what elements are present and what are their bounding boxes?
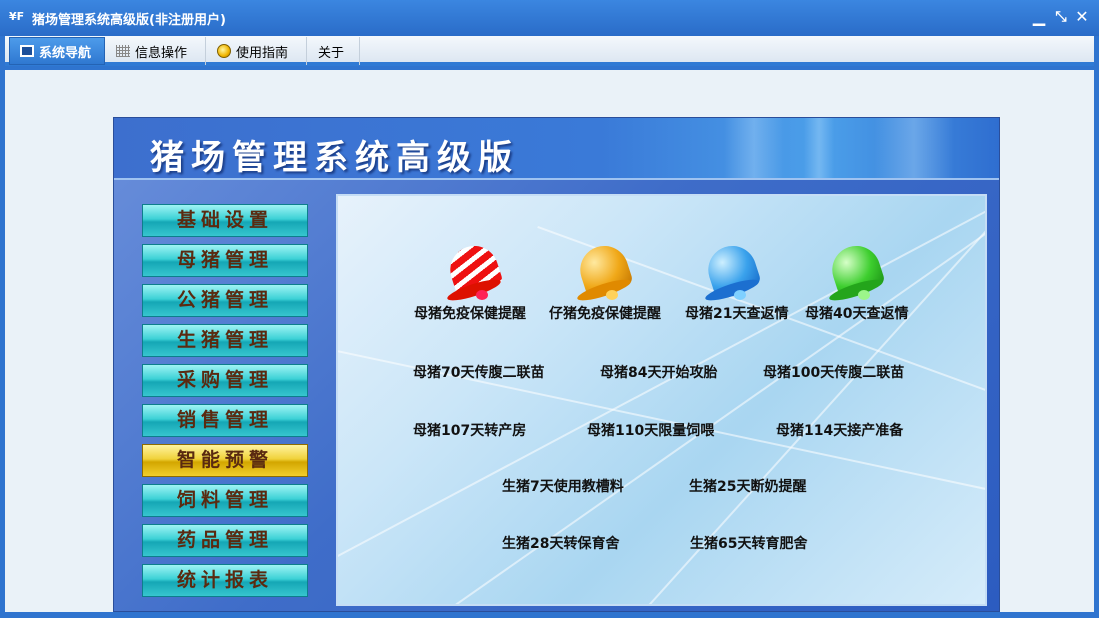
reminder-sow-immunity[interactable]: 母猪免疫保健提醒 <box>414 303 526 323</box>
blue-bell-icon[interactable] <box>702 239 762 305</box>
tab-about[interactable]: 关于 <box>308 37 360 65</box>
tab-label: 关于 <box>318 45 345 61</box>
nav-feed-management[interactable]: 饲料管理 <box>142 484 308 517</box>
nav-boar-management[interactable]: 公猪管理 <box>142 284 308 317</box>
nav-basic-settings[interactable]: 基础设置 <box>142 204 308 237</box>
title-bar: ¥F 猪场管理系统高级版(非注册用户) ▁ ⤡ ✕ <box>0 0 1099 36</box>
reminder-sow-day100[interactable]: 母猪100天传腹二联苗 <box>763 362 904 382</box>
minimize-icon[interactable]: ▁ <box>1030 8 1048 26</box>
red-bell-icon[interactable] <box>444 239 504 305</box>
reminder-sow-day84[interactable]: 母猪84天开始攻胎 <box>600 362 717 382</box>
reminder-hog-day28[interactable]: 生猪28天转保育舍 <box>502 533 619 553</box>
reminder-hog-day65[interactable]: 生猪65天转育肥舍 <box>690 533 807 553</box>
nav-purchase-management[interactable]: 采购管理 <box>142 364 308 397</box>
nav-hog-management[interactable]: 生猪管理 <box>142 324 308 357</box>
monitor-icon <box>20 45 34 57</box>
app-logo-icon: ¥F <box>9 10 25 23</box>
tab-user-guide[interactable]: 使用指南 <box>207 37 307 65</box>
reminder-sow-day21[interactable]: 母猪21天查返情 <box>685 303 788 323</box>
nav-sow-management[interactable]: 母猪管理 <box>142 244 308 277</box>
green-bell-icon[interactable] <box>826 239 886 305</box>
nav-smart-alert[interactable]: 智能预警 <box>142 444 308 477</box>
reminder-piglet-immunity[interactable]: 仔猪免疫保健提醒 <box>549 303 661 323</box>
orange-bell-icon[interactable] <box>574 239 634 305</box>
tab-system-nav[interactable]: 系统导航 <box>9 37 105 65</box>
reminder-sow-day107[interactable]: 母猪107天转产房 <box>413 420 526 440</box>
nav-statistics-report[interactable]: 统计报表 <box>142 564 308 597</box>
close-icon[interactable]: ✕ <box>1073 8 1091 26</box>
tab-label: 使用指南 <box>236 45 289 61</box>
nav-drug-management[interactable]: 药品管理 <box>142 524 308 557</box>
window-title: 猪场管理系统高级版(非注册用户) <box>32 13 226 28</box>
navigation-panel: 猪场管理系统高级版 基础设置 母猪管理 公猪管理 生猪管理 采购管理 销售管理 … <box>113 117 1000 612</box>
banner: 猪场管理系统高级版 <box>114 118 999 180</box>
reminder-sow-day110[interactable]: 母猪110天限量饲喂 <box>587 420 714 440</box>
grid-icon <box>116 45 130 57</box>
banner-title: 猪场管理系统高级版 <box>150 138 519 178</box>
reminder-sow-day114[interactable]: 母猪114天接产准备 <box>776 420 903 440</box>
reminder-hog-day25[interactable]: 生猪25天断奶提醒 <box>689 476 806 496</box>
reminder-hog-day7[interactable]: 生猪7天使用教槽料 <box>502 476 624 496</box>
alert-area: 母猪免疫保健提醒 仔猪免疫保健提醒 母猪21天查返情 母猪40天查返情 母猪70… <box>336 194 987 606</box>
tab-info-ops[interactable]: 信息操作 <box>106 37 206 65</box>
reminder-sow-day70[interactable]: 母猪70天传腹二联苗 <box>413 362 544 382</box>
app-window: ¥F 猪场管理系统高级版(非注册用户) ▁ ⤡ ✕ 系统导航 信息操作 使用指南… <box>0 0 1099 618</box>
tab-label: 系统导航 <box>39 45 92 61</box>
tab-label: 信息操作 <box>135 45 188 61</box>
tab-bar: 系统导航 信息操作 使用指南 关于 <box>5 36 1094 66</box>
nav-sales-management[interactable]: 销售管理 <box>142 404 308 437</box>
reminder-sow-day40[interactable]: 母猪40天查返情 <box>805 303 908 323</box>
bulb-icon <box>217 44 231 58</box>
restore-icon[interactable]: ⤡ <box>1052 8 1070 26</box>
